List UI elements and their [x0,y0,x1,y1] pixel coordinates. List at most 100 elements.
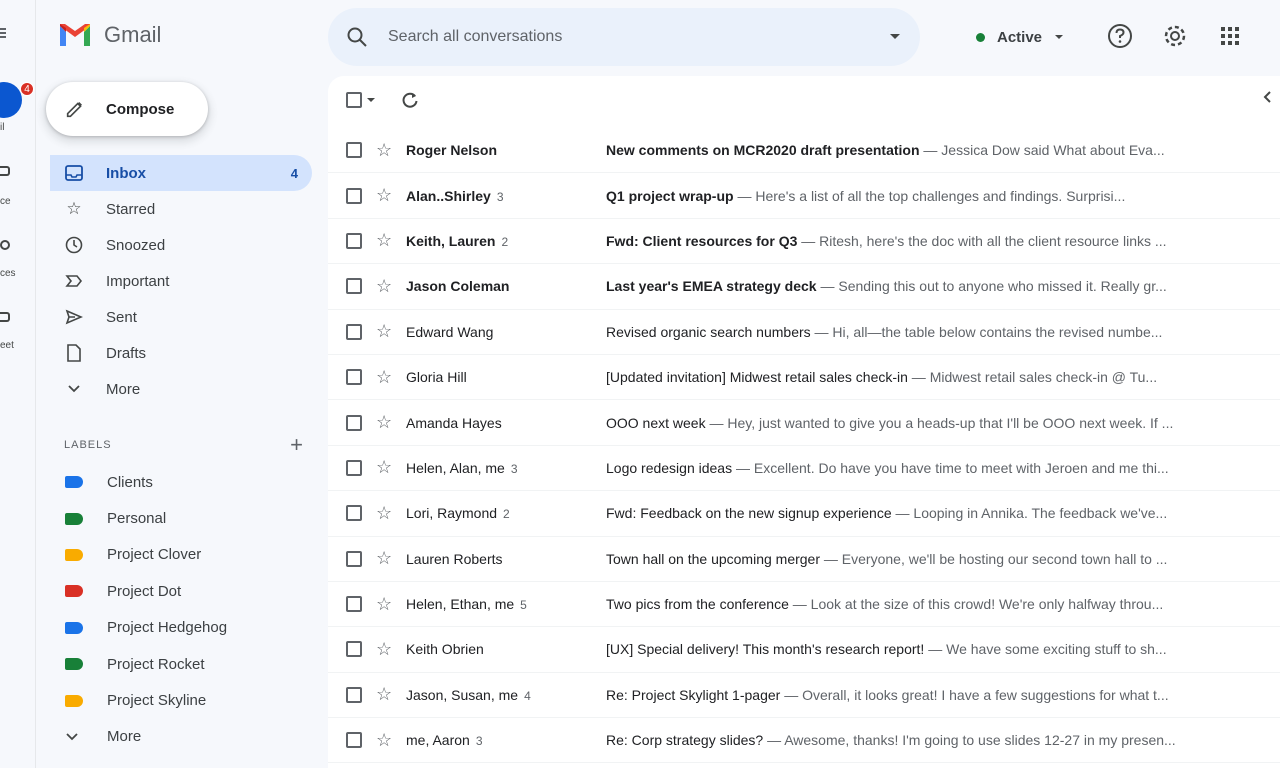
spaces-icon[interactable] [0,240,10,250]
label-item-more[interactable]: More [50,719,312,755]
row-checkbox[interactable] [346,414,362,431]
row-checkbox[interactable] [346,505,362,522]
apps-grid-icon[interactable] [1216,22,1244,50]
star-icon[interactable]: ☆ [376,185,396,206]
star-icon[interactable]: ☆ [376,639,396,660]
star-icon[interactable]: ☆ [376,594,396,615]
nav-item-important[interactable]: Important [50,263,312,299]
email-row[interactable]: ☆ Jason, Susan, me 4 Re: Project Skylight 1… [328,673,1280,719]
star-icon[interactable]: ☆ [376,548,396,569]
sender: Helen, Alan, me 3 [406,460,606,476]
row-checkbox[interactable] [346,641,362,658]
row-checkbox[interactable] [346,686,362,703]
row-checkbox[interactable] [346,550,362,567]
row-checkbox[interactable] [346,459,362,476]
nav-item-starred[interactable]: ☆ Starred [50,191,312,227]
email-row[interactable]: ☆ Gloria Hill [Updated invitation] Midwest… [328,355,1280,401]
email-row[interactable]: ☆ Keith Obrien [UX] Special delivery! This… [328,627,1280,673]
mail-app-icon[interactable] [0,82,22,118]
email-row[interactable]: ☆ Helen, Ethan, me 5 Two pics from the conf… [328,582,1280,628]
nav-item-more[interactable]: More [50,371,312,407]
snippet: — We have some exciting stuff to sh... [924,641,1167,658]
rail-label-chat[interactable]: ce [0,196,11,207]
label-text: Project Skyline [107,692,207,710]
refresh-icon[interactable] [400,90,420,110]
email-row[interactable]: ☆ Helen, Alan, me 3 Logo redesign ideas — E… [328,446,1280,492]
select-all-checkbox[interactable] [346,92,362,108]
rail-label-spaces[interactable]: ces [0,268,16,279]
label-item-project-hedgehog[interactable]: Project Hedgehog [50,610,312,646]
label-item-project-rocket[interactable]: Project Rocket [50,646,312,682]
nav-label: Starred [106,200,156,218]
label-tag-icon [65,476,83,489]
row-checkbox[interactable] [346,596,362,613]
row-checkbox[interactable] [346,187,362,204]
email-row[interactable]: ☆ Alan..Shirley 3 Q1 project wrap-up — Here… [328,173,1280,219]
email-row[interactable]: ☆ Lauren Roberts Town hall on the upcoming… [328,537,1280,582]
label-item-project-dot[interactable]: Project Dot [50,573,312,609]
compose-button[interactable]: Compose [46,82,208,136]
star-icon[interactable]: ☆ [376,276,396,297]
thread-count: 3 [510,461,518,476]
inbox-icon [64,163,84,183]
sender: Jason Coleman [406,278,606,294]
row-checkbox[interactable] [346,142,362,159]
label-item-clients[interactable]: Clients [50,464,312,500]
sender-name: Jason, Susan, me [406,686,519,703]
star-icon[interactable]: ☆ [376,503,396,524]
chevron-down-icon [1055,35,1064,39]
message-preview: OOO next week — Hey, just wanted to give… [606,415,1246,431]
label-item-personal[interactable]: Personal [50,500,312,536]
label-item-project-skyline[interactable]: Project Skyline [50,682,312,718]
settings-gear-icon[interactable] [1161,22,1189,50]
star-icon[interactable]: ☆ [376,412,396,433]
rail-label-meet[interactable]: eet [0,340,14,351]
star-icon[interactable]: ☆ [376,730,396,751]
email-row[interactable]: ☆ Lori, Raymond 2 Fwd: Feedback on the new … [328,491,1280,537]
email-row[interactable]: ☆ Amanda Hayes OOO next week — Hey, just w… [328,400,1280,446]
chat-icon[interactable] [0,166,10,176]
subject: [Updated invitation] Midwest retail sale… [606,369,908,386]
active-status-icon [976,32,985,42]
nav-item-sent[interactable]: Sent [50,299,312,335]
email-row[interactable]: ☆ Keith, Lauren 2 Fwd: Client resources for… [328,219,1280,265]
star-icon[interactable]: ☆ [376,457,396,478]
nav-item-drafts[interactable]: Drafts [50,335,312,371]
star-icon[interactable]: ☆ [376,684,396,705]
nav-item-snoozed[interactable]: Snoozed [50,227,312,263]
row-checkbox[interactable] [346,323,362,340]
main-menu-icon[interactable] [0,26,8,40]
email-row[interactable]: ☆ Jason Coleman Last year's EMEA strategy … [328,264,1280,310]
rail-label-mail[interactable]: il [0,122,4,133]
star-icon[interactable]: ☆ [376,140,396,161]
star-icon[interactable]: ☆ [376,367,396,388]
thread-count: 3 [475,734,483,749]
nav-item-inbox[interactable]: Inbox 4 [50,155,312,191]
email-row[interactable]: ☆ Edward Wang Revised organic search numbe… [328,310,1280,355]
search-input[interactable]: Search all conversations [388,28,888,46]
folder-nav: Inbox 4 ☆ Starred Snoozed Important Sent [50,155,312,407]
message-preview: [UX] Special delivery! This month's rese… [606,641,1246,657]
search-options-icon[interactable] [888,32,902,42]
meet-icon[interactable] [0,312,10,322]
star-icon[interactable]: ☆ [376,321,396,342]
select-options-icon[interactable] [366,96,376,104]
star-icon[interactable]: ☆ [376,230,396,251]
labels-title: LABELS [64,439,112,451]
chevron-left-icon[interactable] [1262,90,1272,109]
status-selector[interactable]: Active [962,20,1082,54]
help-icon[interactable] [1106,22,1134,50]
add-label-icon[interactable]: + [290,432,304,458]
row-checkbox[interactable] [346,732,362,749]
row-checkbox[interactable] [346,232,362,249]
row-checkbox[interactable] [346,369,362,386]
sender: Gloria Hill [406,369,606,385]
search-bar[interactable]: Search all conversations [328,8,920,66]
label-item-project-clover[interactable]: Project Clover [50,537,312,573]
row-checkbox[interactable] [346,278,362,295]
email-row[interactable]: ☆ Roger Nelson New comments on MCR2020 dra… [328,128,1280,174]
search-icon[interactable] [346,26,368,48]
gmail-logo[interactable]: Gmail [58,22,161,48]
email-row[interactable]: ☆ me, Aaron 3 Re: Corp strategy slides? — A… [328,718,1280,764]
sender: Helen, Ethan, me 5 [406,596,606,612]
